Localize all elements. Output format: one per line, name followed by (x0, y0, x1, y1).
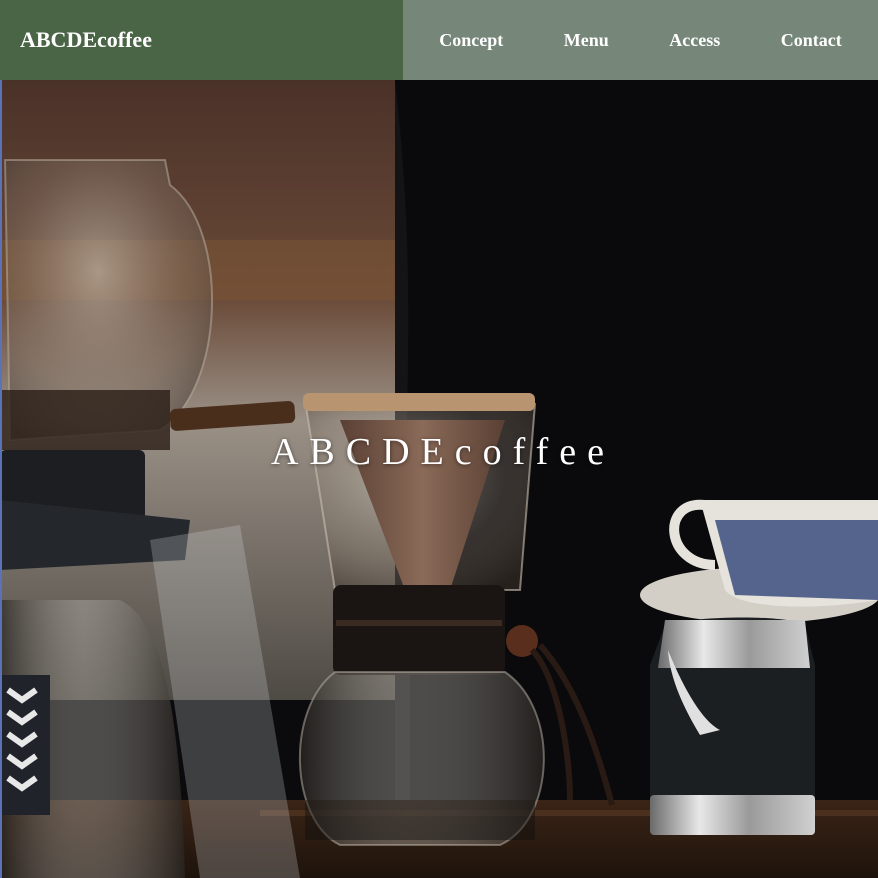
nav-item-concept[interactable]: Concept (439, 30, 503, 51)
nav-item-contact[interactable]: Contact (781, 30, 842, 51)
nav-item-menu[interactable]: Menu (564, 30, 609, 51)
brand-logo[interactable]: ABCDEcoffee (20, 27, 152, 53)
site-header: ABCDEcoffee Concept Menu Access Contact (0, 0, 878, 80)
brand-area: ABCDEcoffee (0, 0, 403, 80)
main-nav: Concept Menu Access Contact (403, 0, 878, 80)
nav-item-access[interactable]: Access (669, 30, 720, 51)
hero-title: ABCDEcoffee (270, 431, 615, 473)
page-edge-line (0, 80, 2, 878)
hero-image (0, 80, 878, 878)
hero-section: ABCDEcoffee (0, 80, 878, 878)
